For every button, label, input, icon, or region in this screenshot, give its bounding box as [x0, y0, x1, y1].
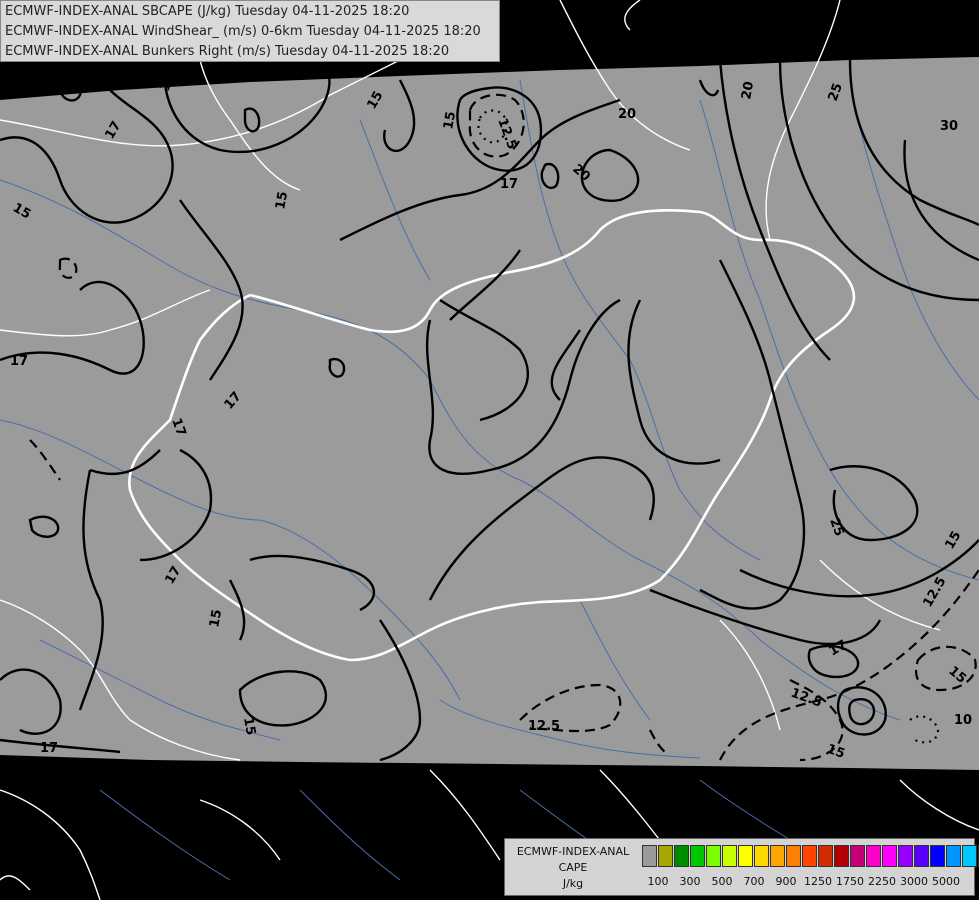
legend-tick: 700 [743, 875, 765, 888]
contour-label: 15 [273, 190, 291, 210]
contour-label: 12.5 [528, 719, 560, 734]
legend-swatch [770, 845, 785, 867]
cape-legend: ECMWF-INDEX-ANAL CAPE J/kg 100 300 500 7… [504, 838, 979, 896]
header-panel: ECMWF-INDEX-ANAL SBCAPE (J/kg) Tuesday 0… [0, 0, 500, 62]
contour-label: 20 [739, 80, 757, 100]
header-line-windshear: ECMWF-INDEX-ANAL WindShear_ (m/s) 0-6km … [5, 24, 481, 39]
contour-label: 17 [10, 354, 28, 369]
legend-field: CAPE [558, 861, 588, 874]
contour-label: 17 [500, 177, 518, 192]
header-line-sbcape: ECMWF-INDEX-ANAL SBCAPE (J/kg) Tuesday 0… [5, 4, 410, 19]
legend-swatch [962, 845, 977, 867]
contour-label: 15 [207, 608, 225, 628]
legend-tick: 3000 [900, 875, 928, 888]
legend-swatch [914, 845, 929, 867]
legend-swatch [850, 845, 865, 867]
legend-title: ECMWF-INDEX-ANAL [516, 845, 630, 858]
legend-swatch [722, 845, 737, 867]
legend-swatch [882, 845, 897, 867]
contour-label: 15 [441, 110, 459, 130]
legend-swatch [674, 845, 689, 867]
legend-tick: 2250 [868, 875, 896, 888]
map-canvas[interactable]: 15 17 15 12.5 15 20 20 20 25 30 15 17 15… [0, 0, 979, 900]
legend-swatch [802, 845, 817, 867]
legend-swatch [818, 845, 833, 867]
legend-color-bar [642, 845, 979, 867]
legend-swatch [706, 845, 721, 867]
legend-tick: 500 [711, 875, 733, 888]
legend-swatch [898, 845, 913, 867]
legend-swatch [754, 845, 769, 867]
legend-tick: 100 [647, 875, 669, 888]
contour-label: 30 [940, 119, 958, 134]
contour-label: 20 [618, 107, 636, 122]
contour-label: 10 [954, 713, 972, 728]
legend-swatch [946, 845, 961, 867]
legend-swatch [786, 845, 801, 867]
header-line-bunkers: ECMWF-INDEX-ANAL Bunkers Right (m/s) Tue… [5, 44, 450, 59]
legend-swatch [690, 845, 705, 867]
legend-swatch [658, 845, 673, 867]
map-viewer: { "header": { "lines": [ "ECMWF-INDEX-AN… [0, 0, 979, 900]
legend-ticks: 100 300 500 700 900 1250 1750 2250 3000 … [642, 875, 972, 889]
contour-label: 15 [240, 716, 258, 736]
analysis-area [0, 57, 979, 770]
legend-tick: 900 [775, 875, 797, 888]
contour-label: 17 [40, 741, 58, 756]
legend-swatch [866, 845, 881, 867]
legend-swatch [642, 845, 657, 867]
legend-tick: 300 [679, 875, 701, 888]
legend-tick: 1250 [804, 875, 832, 888]
legend-tick: 1750 [836, 875, 864, 888]
legend-swatch [834, 845, 849, 867]
legend-swatch [738, 845, 753, 867]
legend-units: J/kg [562, 877, 584, 890]
legend-tick: 5000 [932, 875, 960, 888]
legend-swatch [930, 845, 945, 867]
